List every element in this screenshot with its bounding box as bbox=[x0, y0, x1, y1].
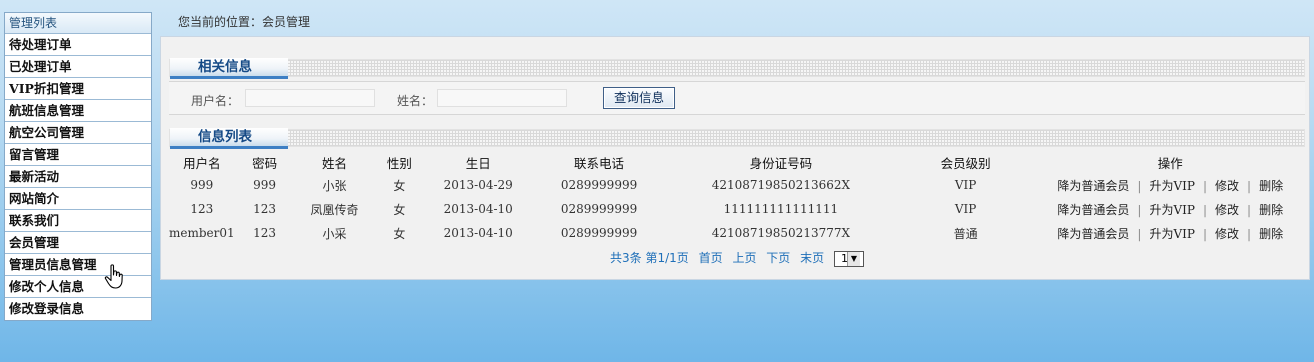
pager-last-link[interactable]: 末页 bbox=[800, 251, 824, 265]
main-panel: 相关信息 用户名： 姓名： 查询信息 信息列表 用户名 密码 姓名 性别 生日 … bbox=[160, 36, 1310, 280]
cell-level: VIP bbox=[954, 202, 977, 216]
breadcrumb: 您当前的位置：会员管理 bbox=[178, 15, 311, 29]
column-header: 身份证号码 bbox=[749, 155, 813, 171]
name-input[interactable] bbox=[437, 89, 567, 107]
column-header: 用户名 bbox=[183, 155, 221, 171]
cell-birthday: 2013-04-10 bbox=[443, 226, 513, 240]
demote-link[interactable]: 降为普通会员 bbox=[1057, 203, 1129, 217]
promote-link[interactable]: 升为VIP bbox=[1149, 179, 1194, 193]
cell-gender: 女 bbox=[393, 202, 406, 217]
cell-name: 小采 bbox=[322, 226, 347, 241]
separator: | bbox=[1202, 226, 1207, 241]
hand-pointer-icon bbox=[104, 264, 123, 289]
name-label: 姓名： bbox=[397, 94, 434, 108]
sidebar: 管理列表 待处理订单 已处理订单 VIP折扣管理 航班信息管理 航空公司管理 留… bbox=[4, 12, 152, 321]
cell-username: member01 bbox=[169, 226, 235, 240]
cell-password: 999 bbox=[253, 178, 277, 192]
sidebar-item-vip-discount[interactable]: VIP折扣管理 bbox=[5, 78, 151, 100]
cell-phone: 0289999999 bbox=[560, 202, 638, 216]
promote-link[interactable]: 升为VIP bbox=[1149, 203, 1194, 217]
promote-link[interactable]: 升为VIP bbox=[1149, 227, 1194, 241]
cell-name: 小张 bbox=[322, 178, 347, 193]
cell-actions: 降为普通会员 | 升为VIP | 修改 | 删除 bbox=[1035, 173, 1305, 197]
cell-birthday: 2013-04-10 bbox=[443, 202, 513, 216]
cell-id-number: 42108719850213662X bbox=[711, 178, 851, 192]
edit-link[interactable]: 修改 bbox=[1215, 179, 1239, 193]
delete-link[interactable]: 删除 bbox=[1259, 179, 1283, 193]
pager-summary: 共3条 第1/1页 bbox=[610, 251, 689, 265]
table-header-row: 用户名 密码 姓名 性别 生日 联系电话 身份证号码 会员级别 操作 bbox=[169, 151, 1305, 173]
separator: | bbox=[1137, 226, 1142, 241]
table-row: member01 123 小采 女 2013-04-10 0289999999 … bbox=[169, 221, 1305, 245]
column-header: 性别 bbox=[386, 155, 412, 171]
member-table: 用户名 密码 姓名 性别 生日 联系电话 身份证号码 会员级别 操作 999 9… bbox=[169, 151, 1305, 245]
query-button[interactable]: 查询信息 bbox=[603, 87, 675, 109]
sidebar-item-contact[interactable]: 联系我们 bbox=[5, 210, 151, 232]
cell-phone: 0289999999 bbox=[560, 178, 638, 192]
cell-actions: 降为普通会员 | 升为VIP | 修改 | 删除 bbox=[1035, 197, 1305, 221]
cell-id-number: 42108719850213777X bbox=[711, 226, 851, 240]
column-header: 生日 bbox=[465, 155, 491, 171]
info-list-title: 信息列表 bbox=[170, 128, 288, 149]
chevron-down-icon: ▼ bbox=[846, 251, 860, 266]
edit-link[interactable]: 修改 bbox=[1215, 227, 1239, 241]
pager-next-link[interactable]: 下页 bbox=[766, 251, 790, 265]
pagination: 共3条 第1/1页 首页 上页 下页 末页 1 ▼ bbox=[169, 249, 1305, 267]
separator: | bbox=[1247, 226, 1252, 241]
sidebar-item-flight-info[interactable]: 航班信息管理 bbox=[5, 100, 151, 122]
demote-link[interactable]: 降为普通会员 bbox=[1057, 227, 1129, 241]
separator: | bbox=[1247, 178, 1252, 193]
delete-link[interactable]: 删除 bbox=[1259, 227, 1283, 241]
username-input[interactable] bbox=[245, 89, 375, 107]
table-row: 999 999 小张 女 2013-04-29 0289999999 42108… bbox=[169, 173, 1305, 197]
sidebar-item-messages[interactable]: 留言管理 bbox=[5, 144, 151, 166]
cell-id-number: 111111111111111 bbox=[723, 202, 839, 216]
sidebar-item-processed-orders[interactable]: 已处理订单 bbox=[5, 56, 151, 78]
separator: | bbox=[1137, 202, 1142, 217]
cell-password: 123 bbox=[253, 226, 277, 240]
edit-link[interactable]: 修改 bbox=[1215, 203, 1239, 217]
cell-phone: 0289999999 bbox=[560, 226, 638, 240]
cell-level: VIP bbox=[954, 178, 977, 192]
cell-level: 普通 bbox=[953, 226, 978, 241]
search-form: 用户名： 姓名： 查询信息 bbox=[169, 81, 1305, 115]
sidebar-item-site-intro[interactable]: 网站简介 bbox=[5, 188, 151, 210]
sidebar-item-admin-info[interactable]: 管理员信息管理 bbox=[5, 254, 151, 276]
sidebar-header: 管理列表 bbox=[5, 13, 151, 34]
sidebar-item-airline[interactable]: 航空公司管理 bbox=[5, 122, 151, 144]
cell-name: 凤凰传奇 bbox=[310, 202, 359, 217]
separator: | bbox=[1137, 178, 1142, 193]
column-header: 联系电话 bbox=[574, 155, 625, 171]
cell-birthday: 2013-04-29 bbox=[443, 178, 513, 192]
info-list-bar: 信息列表 bbox=[169, 128, 1305, 149]
separator: | bbox=[1247, 202, 1252, 217]
demote-link[interactable]: 降为普通会员 bbox=[1057, 179, 1129, 193]
cell-username: 123 bbox=[190, 202, 214, 216]
sidebar-item-members[interactable]: 会员管理 bbox=[5, 232, 151, 254]
cell-password: 123 bbox=[253, 202, 277, 216]
sidebar-item-pending-orders[interactable]: 待处理订单 bbox=[5, 34, 151, 56]
related-info-title: 相关信息 bbox=[170, 58, 288, 79]
pager-prev-link[interactable]: 上页 bbox=[732, 251, 756, 265]
delete-link[interactable]: 删除 bbox=[1259, 203, 1283, 217]
cell-gender: 女 bbox=[393, 226, 406, 241]
column-header: 会员级别 bbox=[940, 155, 991, 171]
column-header: 姓名 bbox=[321, 155, 347, 171]
sidebar-item-activities[interactable]: 最新活动 bbox=[5, 166, 151, 188]
sidebar-item-login-info[interactable]: 修改登录信息 bbox=[5, 298, 151, 320]
table-row: 123 123 凤凰传奇 女 2013-04-10 0289999999 111… bbox=[169, 197, 1305, 221]
separator: | bbox=[1202, 178, 1207, 193]
cell-username: 999 bbox=[190, 178, 214, 192]
sidebar-item-personal-info[interactable]: 修改个人信息 bbox=[5, 276, 151, 298]
pager-first-link[interactable]: 首页 bbox=[699, 251, 723, 265]
column-header: 操作 bbox=[1157, 155, 1183, 171]
column-header: 密码 bbox=[252, 155, 278, 171]
page-select[interactable]: 1 ▼ bbox=[833, 250, 864, 267]
username-label: 用户名： bbox=[191, 94, 240, 108]
cell-gender: 女 bbox=[393, 178, 406, 193]
related-info-bar: 相关信息 bbox=[169, 58, 1305, 79]
cell-actions: 降为普通会员 | 升为VIP | 修改 | 删除 bbox=[1035, 221, 1305, 245]
separator: | bbox=[1202, 202, 1207, 217]
